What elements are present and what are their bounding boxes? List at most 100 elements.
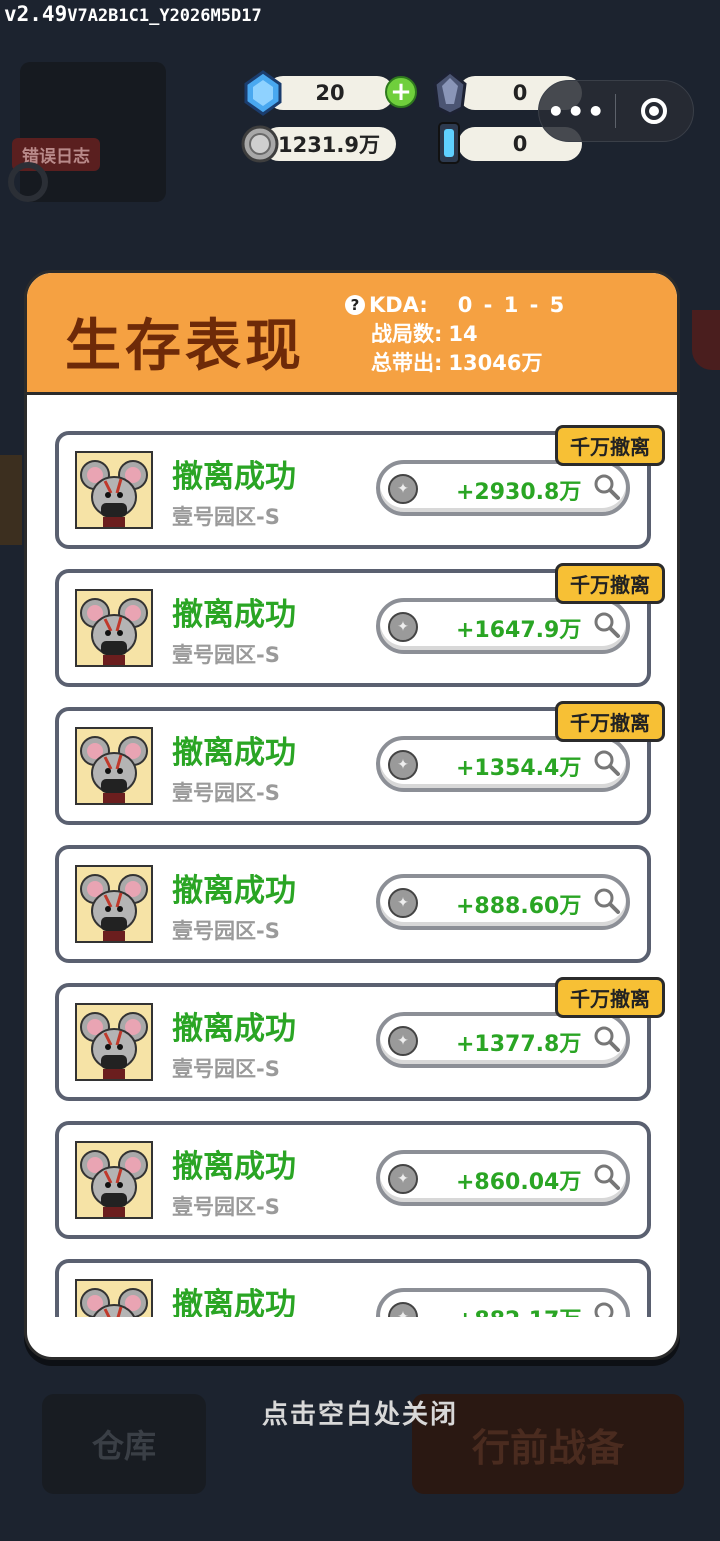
record-amount: +1647.9万: [456, 618, 582, 643]
record-card[interactable]: 撤离成功 壹号园区-S ✦ +2930.8万 千万撤离: [55, 425, 665, 549]
modal-title: 生存表现: [65, 314, 305, 379]
ten-million-tag: 千万撤离: [555, 563, 665, 604]
record-amount: +888.60万: [456, 894, 582, 919]
energy-cell-icon: [438, 122, 460, 164]
stats-panel: ? KDA: 0 - 1 - 5 战局数: 14 总带出: 13046万: [345, 291, 566, 378]
record-card[interactable]: 撤离成功 壹号园区-S ✦ +1647.9万 千万撤离: [55, 563, 665, 687]
target-icon: [641, 98, 668, 124]
total-value: 13046万: [448, 351, 543, 375]
coin-icon: ✦: [388, 750, 418, 780]
record-amount-box[interactable]: ✦ +860.04万: [376, 1150, 630, 1206]
mouse-avatar-icon: [80, 736, 148, 803]
record-status: 撤离成功: [172, 1149, 296, 1185]
record-amount: +860.04万: [456, 1170, 582, 1195]
more-menu-button[interactable]: •••: [539, 95, 615, 128]
record-amount: +882.17万: [456, 1302, 581, 1317]
record-zone: 壹号园区-S: [172, 643, 280, 667]
gem-counter: 20: [266, 76, 394, 110]
gem-count: 20: [315, 81, 345, 105]
ten-million-tag: 千万撤离: [555, 425, 665, 466]
matches-label: 战局数:: [371, 322, 443, 346]
character-portrait: [75, 1141, 153, 1219]
record-zone: 壹号园区-S: [172, 781, 280, 805]
background-panel-right: [692, 310, 720, 370]
coin-icon: ✦: [388, 1164, 418, 1194]
mouse-avatar-icon: [80, 460, 148, 527]
coin-icon: ✦: [388, 612, 418, 642]
cell-count: 0: [512, 132, 528, 156]
ten-million-tag: 千万撤离: [555, 701, 665, 742]
record-card[interactable]: 撤离成功 ✦ +882.17万: [55, 1259, 651, 1317]
mouse-avatar-icon: [80, 1150, 148, 1217]
magnifier-icon[interactable]: [592, 748, 622, 778]
matches-value: 14: [448, 322, 478, 346]
record-amount: +2930.8万: [456, 480, 582, 505]
version-main: v2.49: [4, 2, 68, 26]
mouse-avatar-icon: [80, 1288, 148, 1317]
silver-coin-icon: [241, 125, 279, 163]
record-status: 撤离成功: [172, 1011, 296, 1047]
character-portrait: [75, 1279, 153, 1317]
magnifier-icon[interactable]: [592, 1300, 622, 1317]
record-zone: 壹号园区-S: [172, 919, 280, 943]
magnifier-icon[interactable]: [592, 1162, 622, 1192]
character-portrait: [75, 451, 153, 529]
coin-count: 1231.9万: [277, 133, 381, 157]
record-status: 撤离成功: [172, 597, 296, 633]
record-amount-box[interactable]: ✦ +882.17万: [376, 1288, 630, 1317]
total-label: 总带出:: [371, 351, 443, 375]
survival-performance-modal: 生存表现 ? KDA: 0 - 1 - 5 战局数: 14 总带出: 13046…: [24, 270, 680, 1360]
record-status: 撤离成功: [172, 459, 296, 495]
ten-million-tag: 千万撤离: [555, 977, 665, 1018]
miniprogram-capsule: •••: [538, 80, 694, 142]
record-status: 撤离成功: [172, 1287, 296, 1317]
record-zone: 壹号园区-S: [172, 1195, 280, 1219]
blue-gem-icon: [244, 70, 282, 116]
mouse-avatar-icon: [80, 598, 148, 665]
record-amount-box[interactable]: ✦ +1377.8万: [376, 1012, 630, 1068]
kda-value: 0 - 1 - 5: [457, 293, 567, 317]
close-hint[interactable]: 点击空白处关闭: [0, 1394, 720, 1431]
record-card[interactable]: 撤离成功 壹号园区-S ✦ +860.04万: [55, 1121, 651, 1239]
magnifier-icon[interactable]: [592, 472, 622, 502]
record-list[interactable]: 撤离成功 壹号园区-S ✦ +2930.8万 千万撤离 撤离成功 壹号园区-S …: [27, 395, 677, 1317]
version-build: V7A2B1C1_Y2026M5D17: [67, 6, 262, 26]
help-icon[interactable]: ?: [345, 295, 365, 315]
character-portrait: [75, 865, 153, 943]
character-portrait: [75, 589, 153, 667]
record-amount: +1354.4万: [456, 756, 582, 781]
coin-icon: ✦: [388, 474, 418, 504]
record-amount: +1377.8万: [456, 1032, 582, 1057]
dark-crystal-icon: [433, 70, 467, 116]
settings-gear-icon[interactable]: [8, 162, 48, 202]
mouse-avatar-icon: [80, 1012, 148, 1079]
record-zone: 壹号园区-S: [172, 1057, 280, 1081]
kda-label: KDA:: [369, 293, 428, 317]
crystal-count: 0: [512, 81, 528, 105]
coin-icon: ✦: [388, 888, 418, 918]
character-portrait: [75, 727, 153, 805]
magnifier-icon[interactable]: [592, 886, 622, 916]
version-label: v2.49V7A2B1C1_Y2026M5D17: [4, 2, 262, 26]
record-amount-box[interactable]: ✦ +1354.4万: [376, 736, 630, 792]
coin-icon: ✦: [388, 1302, 418, 1317]
coin-counter: 1231.9万: [262, 127, 396, 161]
record-card[interactable]: 撤离成功 壹号园区-S ✦ +888.60万: [55, 845, 651, 963]
record-amount-box[interactable]: ✦ +1647.9万: [376, 598, 630, 654]
record-zone: 壹号园区-S: [172, 505, 280, 529]
modal-header: 生存表现 ? KDA: 0 - 1 - 5 战局数: 14 总带出: 13046…: [27, 273, 677, 395]
character-portrait: [75, 1003, 153, 1081]
record-card[interactable]: 撤离成功 壹号园区-S ✦ +1354.4万 千万撤离: [55, 701, 665, 825]
record-status: 撤离成功: [172, 735, 296, 771]
add-gems-button[interactable]: +: [385, 76, 417, 108]
background-panel-left: [0, 455, 22, 545]
record-card[interactable]: 撤离成功 壹号园区-S ✦ +1377.8万 千万撤离: [55, 977, 665, 1101]
record-amount-box[interactable]: ✦ +888.60万: [376, 874, 630, 930]
magnifier-icon[interactable]: [592, 1024, 622, 1054]
close-miniprogram-button[interactable]: [616, 98, 694, 124]
magnifier-icon[interactable]: [592, 610, 622, 640]
record-amount-box[interactable]: ✦ +2930.8万: [376, 460, 630, 516]
mouse-avatar-icon: [80, 874, 148, 941]
coin-icon: ✦: [388, 1026, 418, 1056]
record-status: 撤离成功: [172, 873, 296, 909]
